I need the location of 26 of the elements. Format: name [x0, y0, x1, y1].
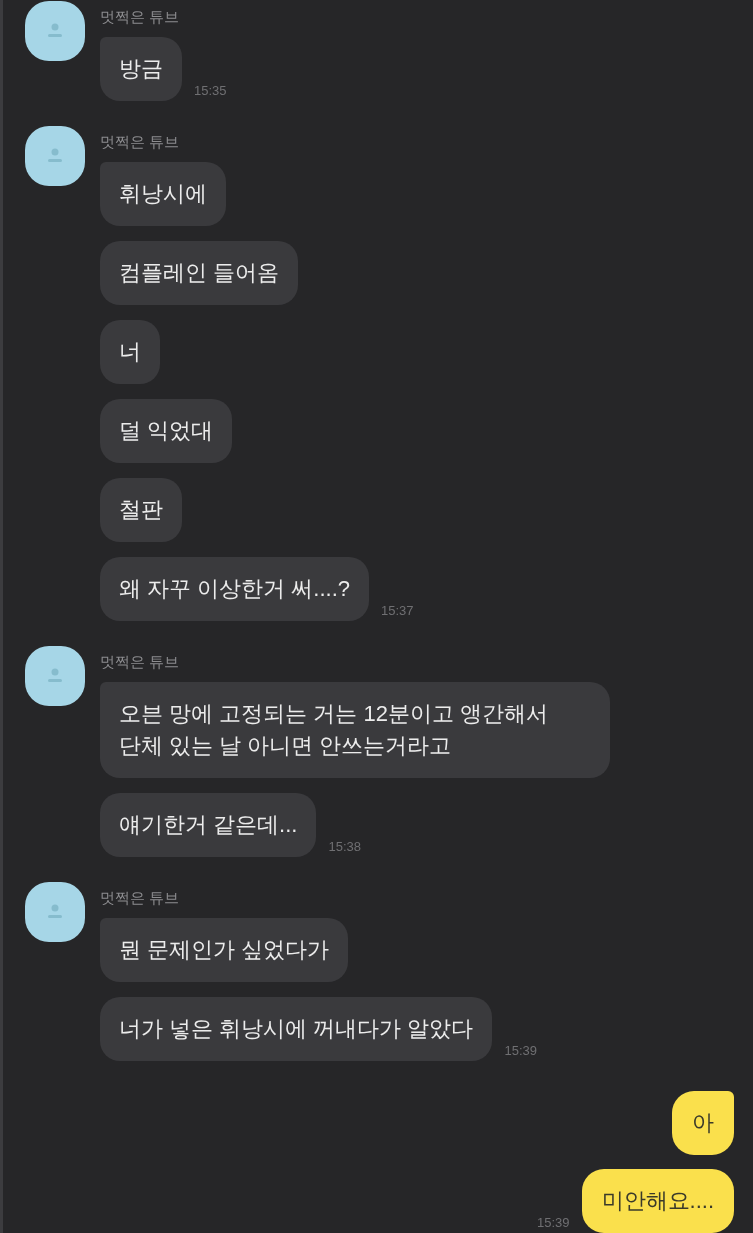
- message-time: 15:35: [194, 83, 227, 99]
- message-bubble: 철판: [100, 478, 182, 542]
- message-bubble: 왜 자꾸 이상한거 써....?: [100, 557, 370, 621]
- message-time: 15:39: [537, 1215, 570, 1231]
- message-time: 15:37: [381, 603, 414, 619]
- avatar-icon[interactable]: [25, 1, 85, 61]
- avatar-icon[interactable]: [25, 646, 85, 706]
- message-bubble: 얘기한거 같은데...: [100, 793, 317, 857]
- message-bubble: 방금: [100, 37, 182, 101]
- message-bubble: 너: [100, 320, 160, 384]
- message-bubble: 휘낭시에: [100, 162, 226, 226]
- message-bubble: 컴플레인 들어옴: [100, 241, 299, 305]
- message-bubble: 아: [672, 1091, 734, 1155]
- sender-name: 멋쩍은 튜브: [100, 132, 180, 152]
- sender-name: 멋쩍은 튜브: [100, 888, 180, 908]
- message-time: 15:39: [504, 1043, 537, 1059]
- message-bubble: 미안해요....: [581, 1169, 734, 1233]
- avatar-icon[interactable]: [25, 126, 85, 186]
- message-bubble: 뭔 문제인가 싶었다가: [100, 918, 349, 982]
- message-bubble: 오븐 망에 고정되는 거는 12분이고 앵간해서 단체 있는 날 아니면 안쓰는거라고: [100, 682, 610, 778]
- avatar-icon[interactable]: [25, 882, 85, 942]
- sender-name: 멋쩍은 튜브: [100, 652, 180, 672]
- message-bubble: 덜 익었대: [100, 399, 233, 463]
- sender-name: 멋쩍은 튜브: [100, 7, 180, 27]
- message-bubble: 너가 넣은 휘낭시에 꺼내다가 알았다: [100, 997, 493, 1061]
- message-time: 15:38: [328, 839, 361, 855]
